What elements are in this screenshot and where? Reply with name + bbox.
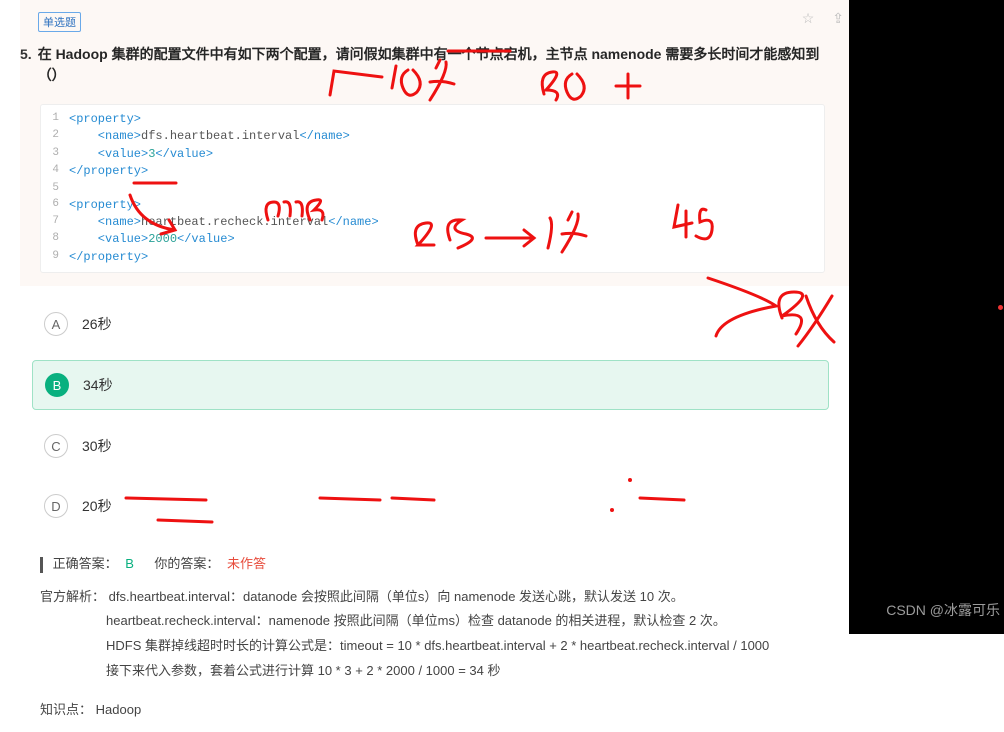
option-a[interactable]: A 26秒 bbox=[32, 300, 829, 348]
explanation-line-3: HDFS 集群掉线超时时长的计算公式是：timeout = 10 * dfs.h… bbox=[106, 634, 829, 659]
more-icon[interactable]: ⇪ bbox=[832, 10, 844, 27]
code-line: 2 <name>dfs.heartbeat.interval</name> bbox=[41, 128, 824, 145]
option-letter: D bbox=[44, 494, 68, 518]
explanation-label: 官方解析： bbox=[40, 589, 105, 604]
code-line: 9</property> bbox=[41, 249, 824, 266]
explanation-section: 正确答案： B 你的答案： 未作答 官方解析： dfs.heartbeat.in… bbox=[20, 548, 849, 732]
option-letter: C bbox=[44, 434, 68, 458]
option-text: 30秒 bbox=[82, 436, 112, 456]
option-letter: A bbox=[44, 312, 68, 336]
user-answer-label: 你的答案： bbox=[154, 556, 219, 571]
watermark: CSDN @冰露可乐 bbox=[886, 600, 1000, 620]
explanation-line-1: dfs.heartbeat.interval：datanode 会按照此间隔（单… bbox=[109, 589, 684, 604]
code-line: 1<property> bbox=[41, 111, 824, 128]
code-line: 4</property> bbox=[41, 163, 824, 180]
option-d[interactable]: D 20秒 bbox=[32, 482, 829, 530]
question-header: 单选题 ☆ ⇪ 5. 在 Hadoop 集群的配置文件中有如下两个配置，请问假如… bbox=[20, 0, 849, 286]
code-line: 7 <name>heartbeat.recheck.interval</name… bbox=[41, 214, 824, 231]
option-c[interactable]: C 30秒 bbox=[32, 422, 829, 470]
correct-answer-label: 正确答案： bbox=[53, 556, 118, 571]
divider-icon bbox=[40, 557, 43, 573]
option-text: 34秒 bbox=[83, 375, 113, 395]
option-letter: B bbox=[45, 373, 69, 397]
explanation-line-4: 接下来代入参数，套着公式进行计算 10 * 3 + 2 * 2000 / 100… bbox=[106, 659, 829, 684]
favorite-icon[interactable]: ☆ bbox=[802, 10, 815, 27]
option-list: A 26秒 B 34秒 C 30秒 D 20秒 bbox=[20, 286, 849, 548]
correct-answer-value: B bbox=[125, 556, 134, 571]
red-dot-indicator bbox=[998, 305, 1003, 310]
option-b[interactable]: B 34秒 bbox=[32, 360, 829, 410]
question-number: 5. bbox=[20, 46, 32, 62]
code-line: 6<property> bbox=[41, 197, 824, 214]
explanation-line-2: heartbeat.recheck.interval：namenode 按照此间… bbox=[106, 609, 829, 634]
code-line: 8 <value>2000</value> bbox=[41, 231, 824, 248]
option-text: 26秒 bbox=[82, 314, 112, 334]
question-type-tag: 单选题 bbox=[38, 12, 81, 32]
option-text: 20秒 bbox=[82, 496, 112, 516]
code-block: 1<property>2 <name>dfs.heartbeat.interva… bbox=[40, 104, 825, 273]
knowledge-point-value: Hadoop bbox=[96, 702, 142, 717]
question-container: 单选题 ☆ ⇪ 5. 在 Hadoop 集群的配置文件中有如下两个配置，请问假如… bbox=[0, 0, 849, 732]
user-answer-value: 未作答 bbox=[227, 556, 266, 571]
question-text: 在 Hadoop 集群的配置文件中有如下两个配置，请问假如集群中有一个节点宕机，… bbox=[38, 44, 835, 86]
code-line: 5 bbox=[41, 181, 824, 197]
knowledge-point-label: 知识点： bbox=[40, 702, 92, 717]
video-sidebar bbox=[849, 0, 1004, 634]
code-line: 3 <value>3</value> bbox=[41, 146, 824, 163]
